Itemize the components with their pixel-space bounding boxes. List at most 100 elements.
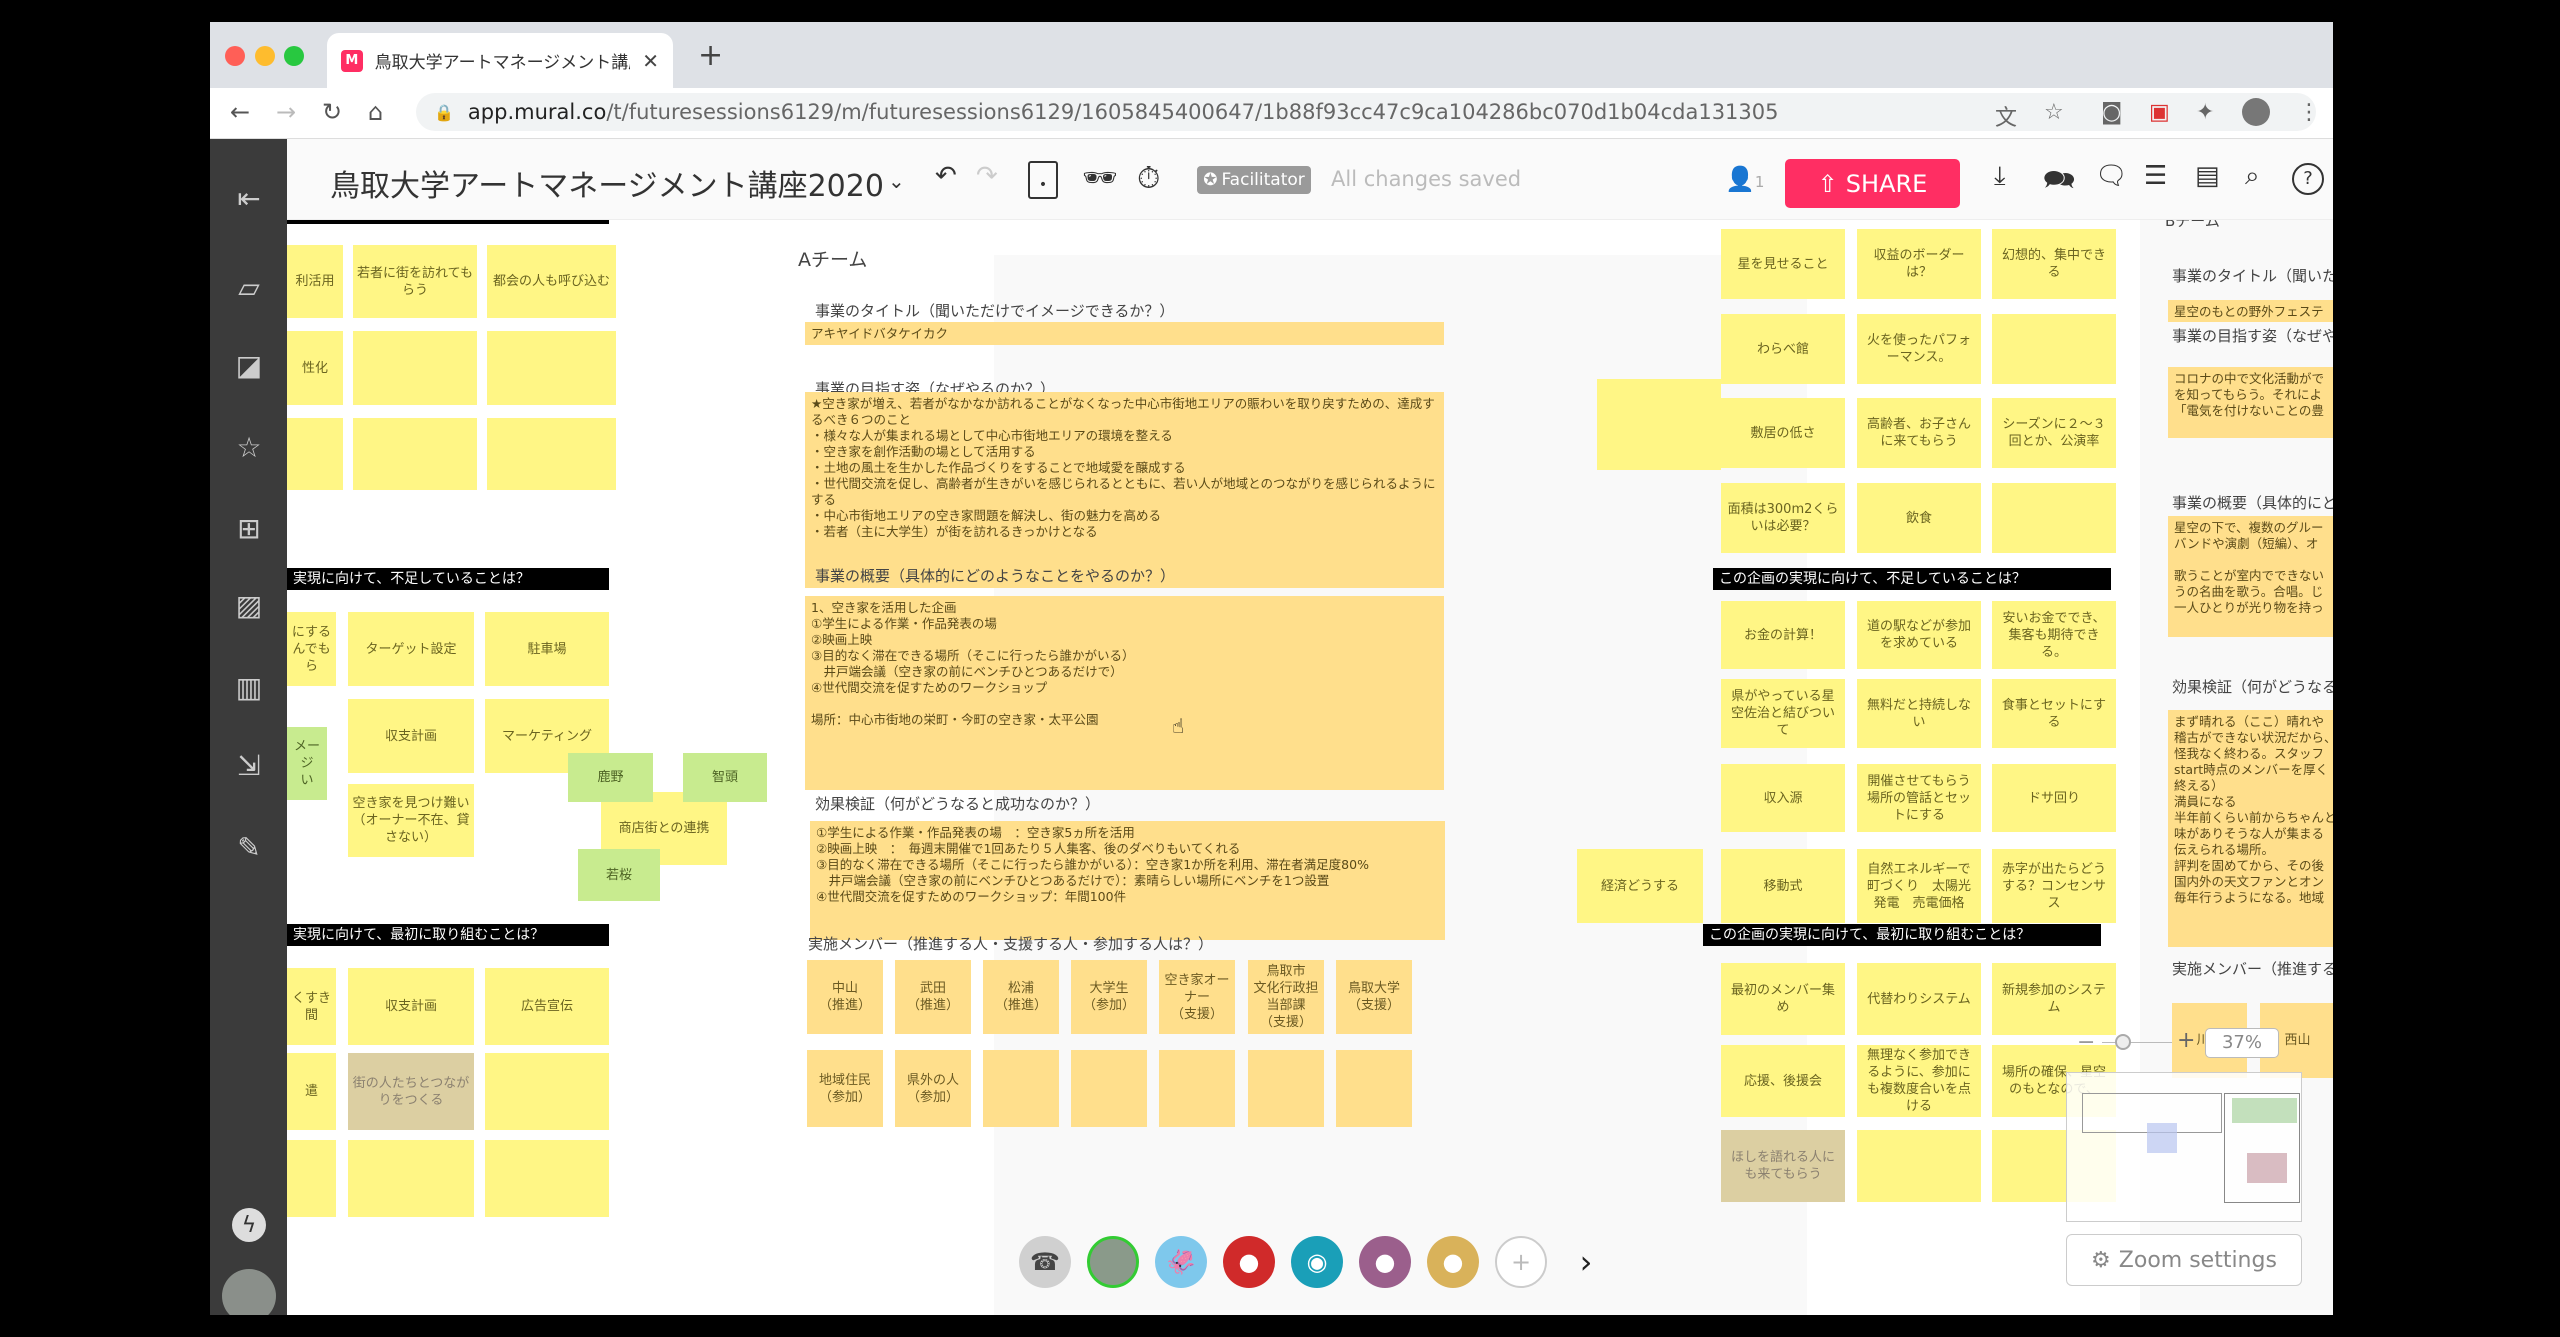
sticky-note[interactable] <box>1597 379 1721 470</box>
sticky-note[interactable]: 敷居の低さ <box>1721 398 1845 468</box>
sticky-note[interactable]: 駐車場 <box>485 612 609 686</box>
draw-pencil-icon[interactable]: ✎ <box>232 830 266 864</box>
sticky-note[interactable]: 収支計画 <box>348 968 474 1045</box>
sticky-note[interactable]: 新規参加のシステム <box>1992 963 2116 1035</box>
title-field[interactable]: アキヤイドバタケイカク <box>805 322 1444 345</box>
shapes-tool-icon[interactable]: ◪ <box>232 348 266 382</box>
pdf-extension-icon[interactable]: ▣ <box>2149 100 2170 125</box>
sticky-note[interactable]: 高齢者、お子さんに来てもらう <box>1857 398 1981 468</box>
sticky-note[interactable]: 若者に街を訪れてもらう <box>353 245 477 318</box>
member-sticky[interactable]: 県外の人 （参加） <box>895 1050 971 1127</box>
phone-icon[interactable]: ☎ <box>1019 1236 1071 1288</box>
member-sticky[interactable]: 鳥取市 文化行政担当部課 （支援） <box>1248 960 1324 1034</box>
overview-field[interactable]: 星空の下で、複数のグルー バンドや演劇（短編）、オ 歌うことが室内でできない う… <box>2168 516 2333 637</box>
sticky-note[interactable]: 赤字が出たらどうする？コンセンサス <box>1992 849 2116 923</box>
comments-icon[interactable]: 🗨 <box>2095 161 2128 191</box>
sticky-note[interactable]: 広告宣伝 <box>485 968 609 1045</box>
sticky-note[interactable]: 遣 <box>287 1053 336 1130</box>
sticky-note[interactable]: メージ い <box>287 727 327 800</box>
vision-field[interactable]: コロナの中で文化活動がで を知ってもらう。それによ 「電気を付けないことの豊 <box>2168 367 2333 438</box>
squid-avatar[interactable]: 🦑 <box>1155 1236 1207 1288</box>
platypus-avatar[interactable]: ● <box>1223 1236 1275 1288</box>
home-icon[interactable]: ⌂ <box>368 98 383 126</box>
redo-icon[interactable]: ↷ <box>976 161 998 191</box>
sticky-note[interactable]: 最初のメンバー集め <box>1721 963 1845 1035</box>
member-sticky[interactable] <box>1248 1050 1324 1127</box>
sticky-note[interactable] <box>348 1140 474 1217</box>
member-sticky[interactable]: 中山 （推進） <box>807 960 883 1034</box>
sticky-note[interactable]: 経済どうする <box>1577 849 1703 923</box>
collaborators-icon[interactable]: 👤1 <box>1725 165 1764 193</box>
sticky-note[interactable]: 収益のボーダーは？ <box>1857 229 1981 299</box>
sticky-note[interactable] <box>1992 483 2116 553</box>
hippo-avatar[interactable]: ● <box>1359 1236 1411 1288</box>
frameworks-grid-icon[interactable]: ⊞ <box>232 511 266 545</box>
sticky-note[interactable] <box>353 418 477 490</box>
user-avatar[interactable] <box>222 1269 276 1315</box>
undo-icon[interactable]: ↶ <box>935 161 957 191</box>
member-sticky[interactable]: 武田 （推進） <box>895 960 971 1034</box>
templates-library-icon[interactable]: ▥ <box>232 670 266 704</box>
icons-star-icon[interactable]: ☆ <box>232 430 266 464</box>
zoom-slider-handle[interactable] <box>2115 1034 2131 1050</box>
sticky-note[interactable] <box>287 418 343 490</box>
vision-field[interactable]: ★空き家が増え、若者がなかなか訪れることがなくなった中心市街地エリアの賑わいを取… <box>805 392 1444 588</box>
sticky-note[interactable]: 応援、後援会 <box>1721 1045 1845 1117</box>
help-icon[interactable]: ? <box>2292 163 2324 195</box>
sticky-note[interactable]: 幻想的、集中できる <box>1992 229 2116 299</box>
sticky-note[interactable]: 空き家を見つけ難い（オーナー不在、貸さない） <box>348 784 474 857</box>
sticky-note[interactable] <box>287 1140 336 1217</box>
sticky-note[interactable]: 星を見せること <box>1721 229 1845 299</box>
minimap[interactable] <box>2066 1072 2302 1222</box>
sticky-note[interactable] <box>487 331 616 405</box>
mural-canvas[interactable]: 利活用 若者に街を訪れてもらう 都会の人も呼び込む 性化 にする んでもら ターゲット設定… <box>287 220 2333 1315</box>
profile-avatar[interactable] <box>2242 98 2270 126</box>
sticky-note[interactable]: お金の計算！ <box>1721 601 1845 669</box>
zoom-slider[interactable] <box>2102 1042 2172 1043</box>
sticky-note[interactable]: 若桜 <box>578 849 660 901</box>
sticky-note[interactable]: 無料だと持続しない <box>1857 679 1981 748</box>
member-sticky[interactable] <box>1071 1050 1147 1127</box>
member-sticky[interactable] <box>1159 1050 1235 1127</box>
sticky-note[interactable]: 性化 <box>287 331 343 405</box>
sticky-note[interactable]: 開催させてもらう場所の管話とセットにする <box>1857 764 1981 832</box>
sticky-note[interactable]: 道の駅などが参加を求めている <box>1857 601 1981 669</box>
user-photo-avatar[interactable] <box>1087 1236 1139 1288</box>
back-icon[interactable]: ← <box>230 98 250 126</box>
member-sticky[interactable]: 鳥取大学 （支援） <box>1336 960 1412 1034</box>
sticky-note[interactable]: 火を使ったパフォーマンス。 <box>1857 314 1981 384</box>
sticky-note[interactable]: くすき間 <box>287 968 336 1045</box>
member-sticky[interactable] <box>983 1050 1059 1127</box>
chat-icon[interactable]: 🗪 <box>2043 161 2075 205</box>
forward-icon[interactable]: → <box>276 98 296 126</box>
sticky-note[interactable] <box>485 1140 609 1217</box>
zoom-settings-button[interactable]: ⚙ Zoom settings <box>2066 1234 2302 1286</box>
sticky-note[interactable]: ほしを語れる人にも来てもらう <box>1721 1130 1845 1202</box>
sticky-note[interactable]: 自然エネルギーで町づくり 太陽光発電 売電価格 <box>1857 849 1981 923</box>
close-tab-icon[interactable]: ✕ <box>642 49 659 73</box>
sticky-note[interactable]: 飲食 <box>1857 483 1981 553</box>
sticky-note[interactable]: 無理なく参加できるように、参加にも複数度合いを点ける <box>1857 1045 1981 1117</box>
effect-field[interactable]: ①学生による作業・作品発表の場 ：空き家5ヵ所を活用 ②映画上映 ： 毎週末開催… <box>810 821 1445 940</box>
maximize-window-button[interactable] <box>284 46 304 66</box>
search-icon[interactable]: ⌕ <box>2245 161 2260 192</box>
reload-icon[interactable]: ↻ <box>322 98 342 126</box>
lightning-icon[interactable]: ϟ <box>232 1208 266 1242</box>
images-icon[interactable]: ▨ <box>232 588 266 622</box>
member-sticky[interactable]: 大学生 （参加） <box>1071 960 1147 1034</box>
sticky-note[interactable]: 食事とセットにする <box>1992 679 2116 748</box>
browser-menu-icon[interactable]: ⋮ <box>2298 100 2320 125</box>
sticky-note[interactable]: 県がやっている星空佐治と結びついて <box>1721 679 1845 748</box>
sticky-note[interactable]: 代替わりシステム <box>1857 963 1981 1035</box>
title-chevron-down-icon[interactable]: ⌄ <box>888 169 905 193</box>
exit-icon[interactable]: ⇤ <box>232 181 266 215</box>
zoom-level[interactable]: 37% <box>2205 1028 2279 1058</box>
facilitator-badge[interactable]: ✪ Facilitator <box>1197 166 1311 194</box>
member-sticky[interactable] <box>1336 1050 1412 1127</box>
sticky-note[interactable] <box>485 1053 609 1130</box>
chevron-right-icon[interactable]: › <box>1560 1236 1612 1288</box>
bookmark-star-icon[interactable]: ☆ <box>2044 100 2064 125</box>
sticky-note[interactable]: 安いお金ででき、集客も期待できる。 <box>1992 601 2116 669</box>
owl-avatar[interactable]: ◉ <box>1291 1236 1343 1288</box>
camera-icon[interactable]: ◙ <box>2101 100 2122 125</box>
